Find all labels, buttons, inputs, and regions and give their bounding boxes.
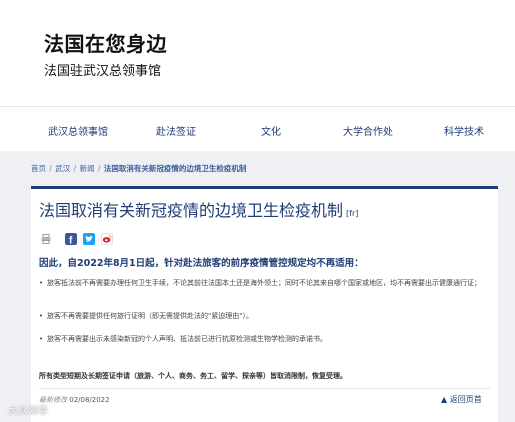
last-updated: 最新修改 02/08/2022 [39,395,110,405]
article-card: 法国取消有关新冠疫情的边境卫生检疫机制 [fr] f 因此，自2022年8月1日起… [31,186,498,422]
breadcrumb: 首页 / 武汉 / 新闻 / 法国取消有关新冠疫情的边境卫生检疫机制 [31,163,246,174]
site-header: 法国在您身边 法国驻武汉总领事馆 [0,0,515,106]
nav-item-culture[interactable]: 文化 [261,123,281,138]
facebook-icon[interactable]: f [65,233,77,245]
twitter-icon[interactable] [83,233,95,245]
footer-divider [39,388,490,389]
breadcrumb-separator: / [47,164,55,173]
article-bullet: • 旅客不再需要提供任何旅行证明（即无需提供赴法的"紧迫理由"）。 [39,310,489,322]
article-lead: 因此，自2022年8月1日起，针对赴法旅客的前序疫情管控规定均不再适用： [39,258,364,269]
nav-item-university[interactable]: 大学合作处 [343,123,393,138]
nav-item-consulate[interactable]: 武汉总领事馆 [48,123,108,138]
main-nav: 武汉总领事馆 赴法签证 文化 大学合作处 科学技术 [0,106,515,151]
last-updated-date: 02/08/2022 [69,396,110,404]
breadcrumb-separator: / [71,164,79,173]
visa-note: 所有类型短期及长期签证申请（旅游、个人、商务、务工、留学、探亲等）皆取消限制，恢… [39,372,347,380]
article-bullet: • 旅客抵法前不再需要办理任何卫生手续，不论其前往法国本土还是海外领土；同时不论其… [39,277,489,289]
svg-text:f: f [69,236,73,246]
weibo-icon[interactable] [101,233,113,245]
bullet-dot: • [39,335,44,343]
bullet-text: 旅客不再需要提供任何旅行证明（即无需提供赴法的"紧迫理由"）。 [47,312,253,320]
breadcrumb-separator: / [95,164,103,173]
site-subtitle: 法国驻武汉总领事馆 [44,64,162,79]
breadcrumb-wuhan[interactable]: 武汉 [55,164,70,173]
arrow-up-icon: ▲ [441,395,450,404]
print-icon[interactable] [40,233,52,245]
bullet-dot: • [39,312,44,320]
nav-item-visa[interactable]: 赴法签证 [156,123,196,138]
back-to-top-label: 返回页首 [449,395,482,404]
site-title[interactable]: 法国在您身边 [44,28,167,57]
article-bullet: • 旅客不再需要出示未感染新冠的个人声明、抵法前已进行抗原检测或生物学检测的承诺书… [39,333,489,345]
article-title: 法国取消有关新冠疫情的边境卫生检疫机制 [39,201,344,220]
nav-item-science[interactable]: 科学技术 [444,123,484,138]
breadcrumb-news[interactable]: 新闻 [80,164,95,173]
back-to-top-link[interactable]: ▲ 返回页首 [441,394,482,405]
breadcrumb-current: 法国取消有关新冠疫情的边境卫生检疫机制 [103,164,247,173]
bullet-dot: • [39,279,44,287]
article-title-row: 法国取消有关新冠疫情的边境卫生检疫机制 [fr] [39,197,358,221]
french-version-link[interactable]: [fr] [346,209,358,218]
watermark: 大众领事 [8,406,48,417]
breadcrumb-home[interactable]: 首页 [31,164,46,173]
bullet-text: 旅客抵法前不再需要办理任何卫生手续，不论其前往法国本土还是海外领土；同时不论其来… [47,279,481,287]
bullet-text: 旅客不再需要出示未感染新冠的个人声明、抵法前已进行抗原检测或生物学检测的承诺书。 [47,335,327,343]
